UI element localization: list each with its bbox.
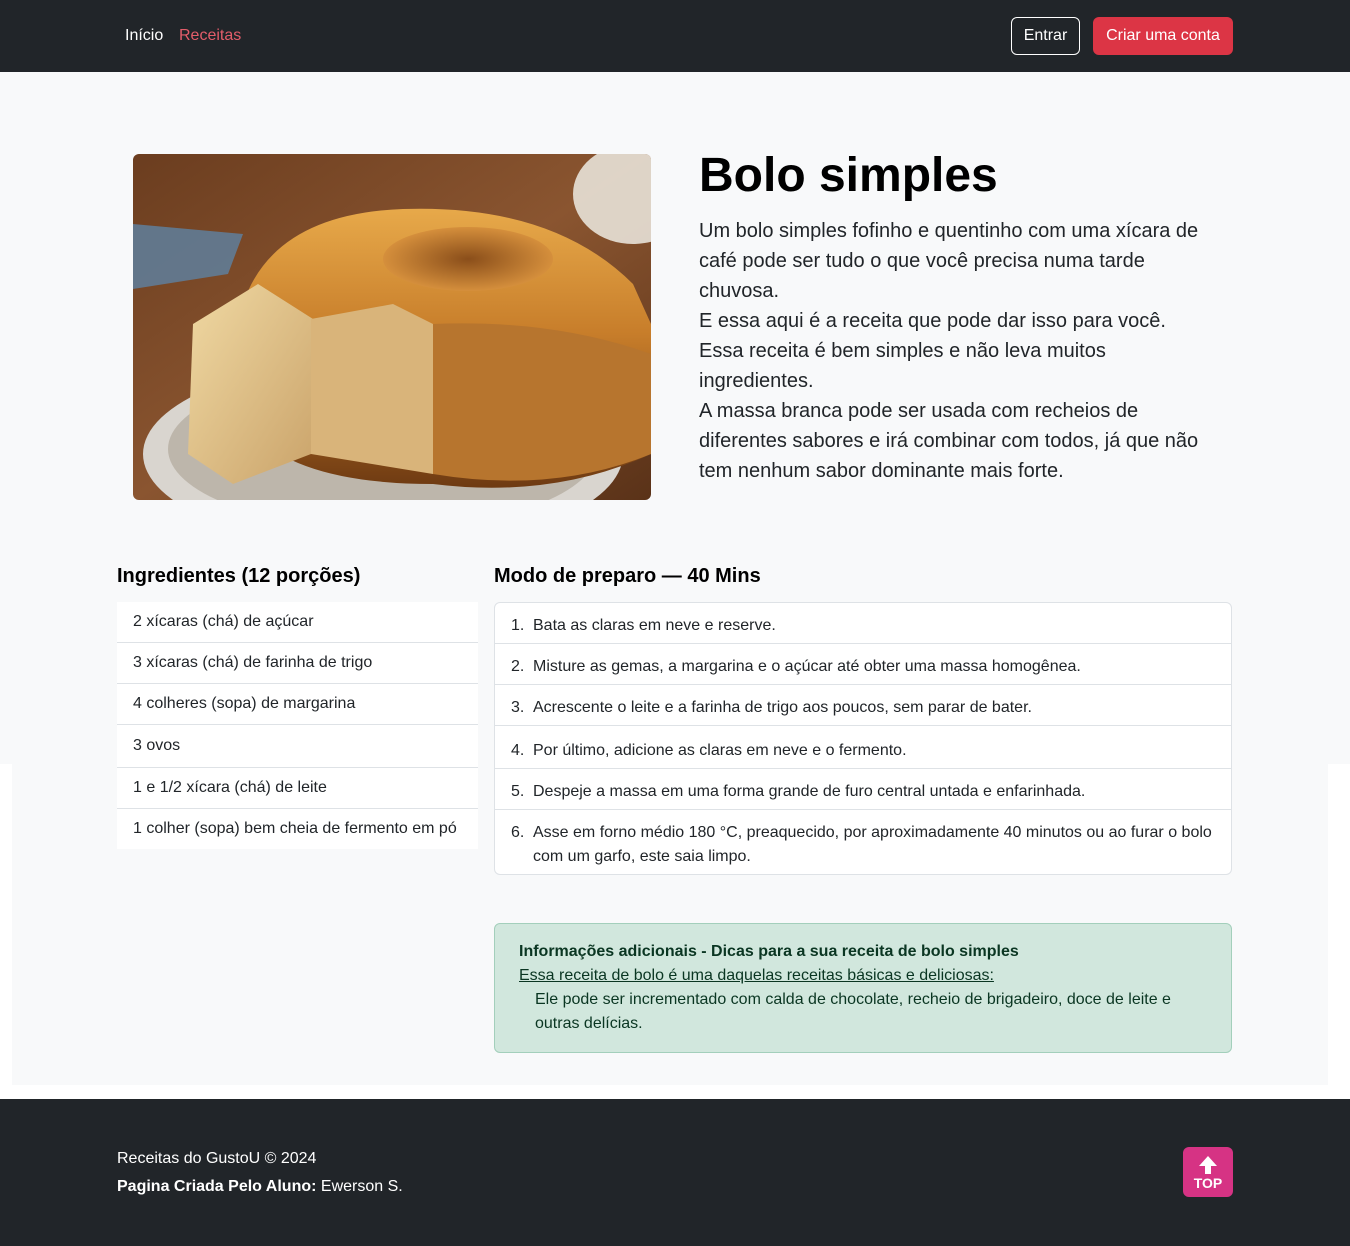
list-item: 1 e 1/2 xícara (chá) de leite — [117, 768, 478, 809]
list-item: 4. Por último, adicione as claras em nev… — [495, 726, 1231, 769]
step-number: 5. — [511, 783, 525, 800]
step-number: 3. — [511, 699, 525, 716]
description-paragraph: A massa branca pode ser usada com rechei… — [699, 400, 1199, 482]
list-item: 5. Despeje a massa em uma forma grande d… — [495, 769, 1231, 810]
info-subtitle: Essa receita de bolo é uma daquelas rece… — [519, 967, 994, 984]
step-text: Despeje a massa em uma forma grande de f… — [533, 783, 1086, 800]
top-label: TOP — [1193, 1174, 1223, 1191]
back-to-top-button[interactable]: TOP — [1183, 1147, 1233, 1197]
info-title: Informações adicionais - Dicas para a su… — [519, 943, 1019, 960]
step-number: 6. — [511, 824, 525, 841]
nav-link-inicio[interactable]: Início — [125, 26, 163, 45]
footer-copyright: Receitas do GustoU © 2024 — [117, 1150, 317, 1167]
info-text: Ele pode ser incrementado com calda de c… — [535, 991, 1171, 1032]
login-button[interactable]: Entrar — [1011, 17, 1080, 55]
list-item: 3 xícaras (chá) de farinha de trigo — [117, 643, 478, 684]
step-text: Asse em forno médio 180 °C, preaquecido,… — [533, 824, 1212, 865]
recipe-title: Bolo simples — [699, 149, 998, 202]
step-number: 2. — [511, 658, 525, 675]
step-number: 1. — [511, 617, 525, 634]
navbar: Início Receitas Entrar Criar uma conta — [0, 0, 1350, 72]
recipe-description: Um bolo simples fofinho e quentinho com … — [699, 216, 1209, 486]
ingredients-title: Ingredientes (12 porções) — [117, 565, 361, 587]
footer-author: Pagina Criada Pelo Aluno: Ewerson S. — [117, 1177, 403, 1196]
footer-author-name: Ewerson S. — [320, 1178, 403, 1195]
preparation-title: Modo de preparo — 40 Mins — [494, 565, 761, 587]
nav-link-receitas[interactable]: Receitas — [179, 26, 241, 45]
list-item: 1 colher (sopa) bem cheia de fermento em… — [133, 820, 457, 837]
preparation-list: 1. Bata as claras em neve e reserve. 2. … — [494, 602, 1232, 875]
ingredients-list: 2 xícaras (chá) de açúcar 3 xícaras (chá… — [117, 602, 478, 849]
list-item: 3 ovos — [117, 725, 478, 768]
list-item: 1. Bata as claras em neve e reserve. — [495, 603, 1231, 644]
arrow-up-icon — [1199, 1155, 1217, 1174]
list-item: 6. Asse em forno médio 180 °C, preaqueci… — [495, 810, 1231, 874]
description-paragraph: Essa receita é bem simples e não leva mu… — [699, 340, 1106, 392]
step-number: 4. — [511, 742, 525, 759]
signup-button[interactable]: Criar uma conta — [1093, 17, 1233, 55]
step-text: Por último, adicione as claras em neve e… — [533, 742, 907, 759]
step-text: Bata as claras em neve e reserve. — [533, 617, 776, 634]
list-item: 2 xícaras (chá) de açúcar — [117, 602, 478, 643]
info-alert: Informações adicionais - Dicas para a su… — [494, 923, 1232, 1053]
list-item: 4 colheres (sopa) de margarina — [117, 684, 478, 725]
description-paragraph: Um bolo simples fofinho e quentinho com … — [699, 220, 1199, 302]
footer-author-label: Pagina Criada Pelo Aluno: — [117, 1178, 317, 1195]
list-item: 3. Acrescente o leite e a farinha de tri… — [495, 685, 1231, 726]
step-text: Acrescente o leite e a farinha de trigo … — [533, 699, 1032, 716]
description-paragraph: E essa aqui é a receita que pode dar iss… — [699, 310, 1166, 332]
footer — [0, 1099, 1350, 1246]
step-text: Misture as gemas, a margarina e o açúcar… — [533, 658, 1081, 675]
cake-image — [133, 154, 651, 500]
list-item: 2. Misture as gemas, a margarina e o açú… — [495, 644, 1231, 685]
